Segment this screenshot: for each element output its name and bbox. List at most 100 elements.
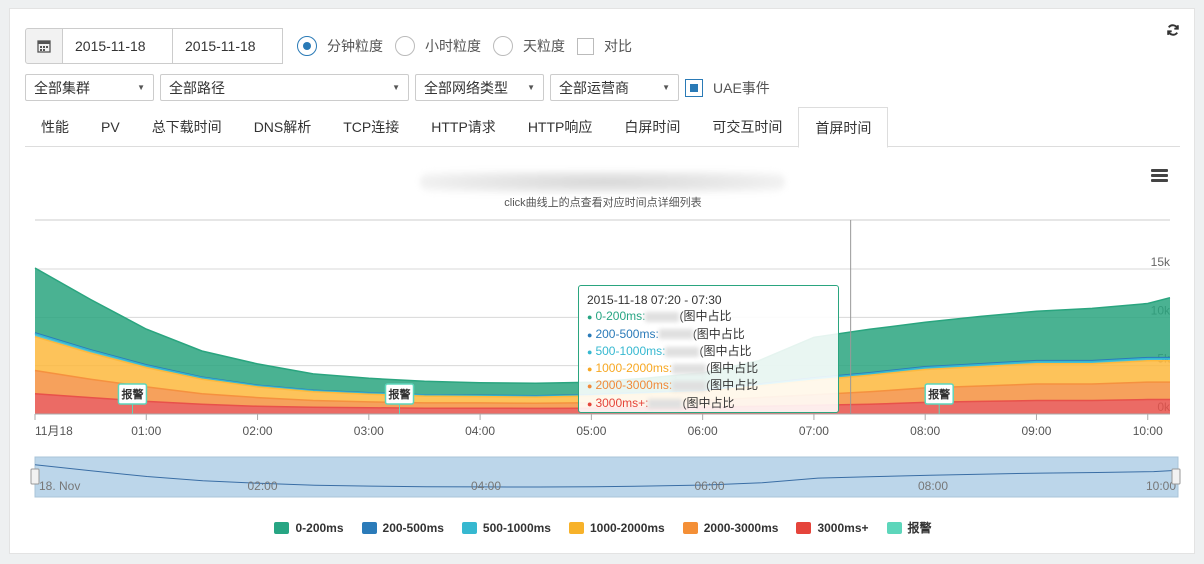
series-dot-icon: ● [587,381,593,392]
compare-checkbox[interactable]: 对比 [577,36,632,56]
start-date-input[interactable]: 2015-11-18 [63,28,173,64]
granularity-label: 小时粒度 [425,38,481,54]
alarm-label: 报警 [121,387,143,401]
metric-tabs: 性能 PV 总下载时间 DNS解析 TCP连接 HTTP请求 HTTP响应 白屏… [25,107,1180,148]
legend-item[interactable]: 1000-2000ms [568,519,665,536]
path-select[interactable]: 全部路径 ▼ [160,74,409,101]
legend-item[interactable]: 3000ms+ [796,519,869,536]
uae-label: UAE事件 [713,79,770,96]
performance-panel: 2015-11-18 2015-11-18 分钟粒度 小时粒度 天粒度 对比 全… [9,8,1195,554]
legend-item[interactable]: 500-1000ms [461,519,551,536]
date-toolbar: 2015-11-18 2015-11-18 分钟粒度 小时粒度 天粒度 对比 [25,28,644,64]
legend-label: 1000-2000ms [589,520,665,535]
x-tick-label: 01:00 [131,424,161,438]
tooltip-row: ● 500-1000ms: (图中占比 [587,343,830,360]
granularity-minute[interactable]: 分钟粒度 [297,36,383,56]
legend-item[interactable]: 报警 [886,519,932,536]
radio-button[interactable] [395,36,415,56]
tooltip-row: ● 200-500ms: (图中占比 [587,326,830,343]
carrier-select[interactable]: 全部运营商 ▼ [550,74,679,101]
tooltip-series-label: 500-1000ms: [595,343,666,358]
x-tick-label: 10:00 [1133,424,1163,438]
legend-label: 3000ms+ [817,520,869,535]
x-tick-label: 02:00 [243,424,273,438]
legend-item[interactable]: 0-200ms [274,519,344,536]
tab-pv[interactable]: PV [85,107,136,147]
tooltip-share-label: (图中占比 [692,326,745,341]
redacted-value [648,398,683,409]
tab-total-download-time[interactable]: 总下载时间 [136,107,238,147]
legend-swatch [274,521,290,534]
chart-legend: 0-200ms 200-500ms 500-1000ms 1000-2000ms 200… [10,519,1196,536]
network-select[interactable]: 全部网络类型 ▼ [415,74,544,101]
radio-button[interactable] [297,36,317,56]
granularity-group: 分钟粒度 小时粒度 天粒度 对比 [297,36,644,56]
chevron-down-icon: ▼ [392,83,400,92]
chevron-down-icon: ▼ [662,83,670,92]
tooltip-share-label: (图中占比 [706,361,759,376]
tab-http-request[interactable]: HTTP请求 [415,107,512,147]
y-tick-label: 15k [1151,255,1171,269]
legend-swatch [461,521,477,534]
series-dot-icon: ● [587,346,593,357]
redacted-value [665,346,700,357]
legend-swatch [886,521,902,534]
granularity-hour[interactable]: 小时粒度 [395,36,481,56]
alarm-label: 报警 [389,387,411,401]
navigator-handle[interactable] [30,468,40,485]
tab-interactive-time[interactable]: 可交互时间 [696,107,798,147]
tooltip-title: 2015-11-18 07:20 - 07:30 [587,293,722,307]
series-dot-icon: ● [587,329,593,340]
legend-swatch [682,521,698,534]
uae-checkbox[interactable] [685,78,703,97]
chart-tooltip: 2015-11-18 07:20 - 07:30 ● 0-200ms: (图中占比 ●… [578,285,839,413]
series-dot-icon: ● [587,312,593,323]
tab-tcp[interactable]: TCP连接 [327,107,415,147]
granularity-label: 天粒度 [523,38,565,54]
tab-performance[interactable]: 性能 [25,107,85,147]
redacted-value [645,312,680,323]
navigator-label: 02:00 [247,479,277,493]
calendar-icon[interactable] [25,28,63,64]
alarm-label: 报警 [928,387,950,401]
legend-label: 200-500ms [382,520,444,535]
series-dot-icon: ● [587,364,593,375]
cluster-select[interactable]: 全部集群 ▼ [25,74,154,101]
tooltip-row: ● 2000-3000ms: (图中占比 [587,377,830,394]
x-tick-label: 06:00 [688,424,718,438]
legend-label: 500-1000ms [482,520,551,535]
tab-http-response[interactable]: HTTP响应 [512,107,609,147]
x-tick-label: 03:00 [354,424,384,438]
tab-first-screen[interactable]: 首屏时间 [798,107,889,148]
chevron-down-icon: ▼ [527,83,535,92]
tooltip-share-label: (图中占比 [706,378,759,393]
tooltip-series-label: 0-200ms: [595,309,646,324]
select-value: 全部路径 [169,79,225,96]
tooltip-series-label: 200-500ms: [595,326,659,341]
legend-item[interactable]: 200-500ms [361,519,444,536]
tooltip-row: ● 0-200ms: (图中占比 [587,308,830,325]
x-tick-label: 08:00 [910,424,940,438]
select-value: 全部网络类型 [424,79,508,96]
navigator-handle[interactable] [1171,468,1181,485]
tab-dns[interactable]: DNS解析 [238,107,328,147]
tooltip-row: ● 1000-2000ms: (图中占比 [587,360,830,377]
granularity-day[interactable]: 天粒度 [493,36,565,56]
redacted-value [658,329,693,340]
legend-label: 2000-3000ms [703,520,779,535]
filter-row: 全部集群 ▼ 全部路径 ▼ 全部网络类型 ▼ 全部运营商 ▼ UAE事件 [25,74,770,101]
navigator-label: 08:00 [918,479,948,493]
checkbox[interactable] [577,37,594,55]
chart-area: click曲线上的点查看对应时间点详细列表 0k5k10k15k11月1801:… [10,149,1196,549]
legend-label: 0-200ms [295,520,344,535]
navigator-label: 04:00 [471,479,501,493]
tooltip-row: ● 3000ms+: (图中占比 [587,395,830,412]
tab-white-screen[interactable]: 白屏时间 [608,107,696,147]
select-value: 全部运营商 [559,79,629,96]
refresh-icon[interactable] [1166,23,1180,42]
end-date-input[interactable]: 2015-11-18 [173,28,283,64]
radio-button[interactable] [493,36,513,56]
x-tick-label: 09:00 [1021,424,1051,438]
legend-item[interactable]: 2000-3000ms [682,519,779,536]
tooltip-share-label: (图中占比 [682,395,735,410]
